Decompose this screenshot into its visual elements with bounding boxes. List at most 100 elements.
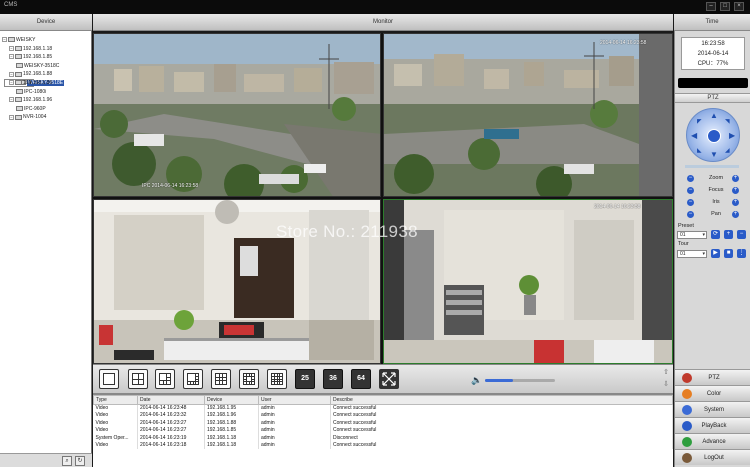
camera-view-4[interactable]: 2014-06-14 16:23:58 — [383, 199, 673, 364]
layout-16-button[interactable] — [267, 369, 287, 389]
log-row[interactable]: Video 2014-06-14 16:23:18 192.168.1.18 admi… — [93, 442, 673, 450]
right-panel: 16:23:58 2014-06-14 CPU：77% PTZ ▲ ▼ ◀ ▶ … — [674, 31, 750, 467]
iris-minus-button[interactable]: − — [687, 199, 694, 206]
preset-select[interactable]: 01 — [677, 231, 707, 239]
device-tree-item[interactable]: − NVR-1004 — [2, 113, 90, 122]
menu-advance-button[interactable]: Advance — [675, 433, 750, 449]
layout-13-button[interactable] — [239, 369, 259, 389]
ptz-joystick[interactable]: ▲ ▼ ◀ ▶ ◤ ◥ ◣ ◢ — [686, 108, 740, 162]
tour-play-button[interactable]: ▶ — [711, 249, 720, 258]
maximize-button[interactable]: □ — [720, 2, 730, 11]
zoom-out-button[interactable]: − — [687, 175, 694, 182]
device-tree-item[interactable]: − 192.168.1.18 — [2, 45, 90, 54]
ptz-upleft-icon[interactable]: ◤ — [697, 118, 702, 126]
ptz-downleft-icon[interactable]: ◣ — [697, 147, 702, 155]
preset-add-button[interactable]: + — [724, 230, 733, 239]
device-tree-label: 192.168.1.18 — [23, 45, 53, 52]
log-column-header[interactable]: Device — [204, 395, 259, 405]
log-column-header[interactable]: Describe — [330, 395, 673, 405]
device-tree-item[interactable]: IPC-960P — [2, 105, 90, 114]
log-row[interactable]: Video 2014-06-14 16:23:27 192.168.1.88 admi… — [93, 419, 673, 428]
camera-view-1[interactable]: IPC 2014-06-14 16:23:58 — [93, 33, 381, 197]
log-row[interactable]: Video 2014-06-14 16:23:27 192.168.1.85 admi… — [93, 427, 673, 435]
log-cell: Connect successful — [330, 419, 673, 428]
ptz-center-button[interactable] — [707, 129, 721, 143]
device-tree-item[interactable]: IPC-1080i — [2, 88, 90, 97]
ptz-left-icon[interactable]: ◀ — [691, 132, 697, 140]
expand-toggle-icon[interactable]: − — [9, 114, 14, 120]
expand-toggle-icon[interactable]: − — [9, 45, 14, 51]
log-row[interactable]: Video 2014-06-14 16:23:48 192.168.1.95 admi… — [93, 404, 673, 413]
volume-slider[interactable] — [485, 379, 555, 382]
layout-6-button[interactable] — [155, 369, 175, 389]
preset-remove-button[interactable]: − — [737, 230, 746, 239]
ptz-speed-slider[interactable] — [685, 165, 739, 168]
log-column-header[interactable]: Date — [137, 395, 205, 405]
ptz-downright-icon[interactable]: ◢ — [725, 147, 730, 155]
iris-control: − Iris + — [687, 198, 747, 207]
expand-toggle-icon[interactable]: − — [9, 71, 14, 77]
log-row[interactable]: Video 2014-06-14 16:23:32 192.168.1.96 admi… — [93, 412, 673, 420]
layout-4-button[interactable] — [128, 369, 148, 389]
menu-playback-button[interactable]: PlayBack — [675, 417, 750, 433]
expand-toggle-icon[interactable]: − — [9, 80, 14, 86]
menu-color-button[interactable]: Color — [675, 385, 750, 401]
layout-25-button[interactable]: 25 — [295, 369, 315, 389]
layout-1-button[interactable] — [99, 369, 119, 389]
minimize-button[interactable]: – — [706, 2, 716, 11]
camera-icon — [16, 62, 23, 68]
device-tree-item[interactable]: − 192.168.1.96 — [2, 96, 90, 105]
device-tree-item[interactable]: WEISKY-3518C — [2, 62, 90, 71]
ptz-right-icon[interactable]: ▶ — [729, 132, 735, 140]
search-device-icon[interactable]: ⌕ — [62, 456, 72, 466]
tour-stop-button[interactable]: ■ — [724, 249, 733, 258]
refresh-icon[interactable]: ↻ — [75, 456, 85, 466]
expand-toggle-icon[interactable]: − — [9, 97, 14, 103]
device-tree-label: 192.168.1.95 — [23, 79, 53, 86]
tour-select[interactable]: 01 — [677, 250, 707, 258]
device-tree-item[interactable]: − 192.168.1.85 — [2, 53, 90, 62]
pan-minus-button[interactable]: − — [687, 211, 694, 218]
ptz-icon — [682, 373, 692, 383]
log-cell: 2014-06-14 16:23:27 — [137, 427, 205, 435]
menu-logout-button[interactable]: LogOut — [675, 449, 750, 465]
device-tree-label: WEISKY — [16, 37, 36, 43]
log-cell: Connect successful — [330, 404, 673, 413]
tour-grid-button[interactable]: ⋮ — [737, 249, 746, 258]
log-column-header[interactable]: Type — [93, 395, 138, 405]
menu-ptz-button[interactable]: PTZ — [675, 369, 750, 385]
device-tree-item[interactable]: − WEISKY — [2, 36, 90, 45]
log-cell: 192.168.1.96 — [204, 412, 259, 420]
menu-label: PlayBack — [701, 423, 727, 429]
focus-plus-button[interactable]: + — [732, 187, 739, 194]
device-tree-item[interactable]: − 192.168.1.95 — [2, 79, 90, 88]
log-row[interactable]: System Oper... 2014-06-14 16:23:19 192.168… — [93, 434, 673, 443]
device-panel: − WEISKY −192.168.1.18−192.168.1.85 WEISKY-… — [0, 31, 92, 467]
pan-plus-button[interactable]: + — [732, 211, 739, 218]
iris-plus-button[interactable]: + — [732, 199, 739, 206]
logout-icon — [682, 453, 692, 463]
ptz-down-icon[interactable]: ▼ — [710, 151, 718, 159]
zoom-in-button[interactable]: + — [732, 175, 739, 182]
preset-goto-button[interactable]: ⟳ — [711, 230, 720, 239]
layout-64-button[interactable]: 64 — [351, 369, 371, 389]
expand-toggle-icon[interactable]: − — [2, 37, 7, 43]
log-column-header[interactable]: User — [258, 395, 331, 405]
expand-toggle-icon[interactable]: − — [9, 54, 14, 60]
fullscreen-button[interactable] — [379, 369, 399, 389]
device-tree-item[interactable]: − 192.168.1.88 — [2, 70, 90, 79]
system-icon — [682, 405, 692, 415]
camera-view-2[interactable]: 2014-06-14 16:23:58 — [383, 33, 673, 197]
ptz-up-icon[interactable]: ▲ — [710, 112, 718, 120]
clock-box: 16:23:58 2014-06-14 CPU：77% — [681, 37, 745, 70]
mute-speaker-icon[interactable]: 🔈 — [471, 375, 483, 385]
close-button[interactable]: × — [734, 2, 744, 11]
menu-system-button[interactable]: System — [675, 401, 750, 417]
ptz-upright-icon[interactable]: ◥ — [725, 118, 730, 126]
resize-handle-icon[interactable]: ⇧ ⇩ — [660, 367, 672, 393]
layout-36-button[interactable]: 36 — [323, 369, 343, 389]
layout-8-button[interactable] — [183, 369, 203, 389]
layout-9-button[interactable] — [211, 369, 231, 389]
advance-icon — [682, 437, 692, 447]
focus-minus-button[interactable]: − — [687, 187, 694, 194]
